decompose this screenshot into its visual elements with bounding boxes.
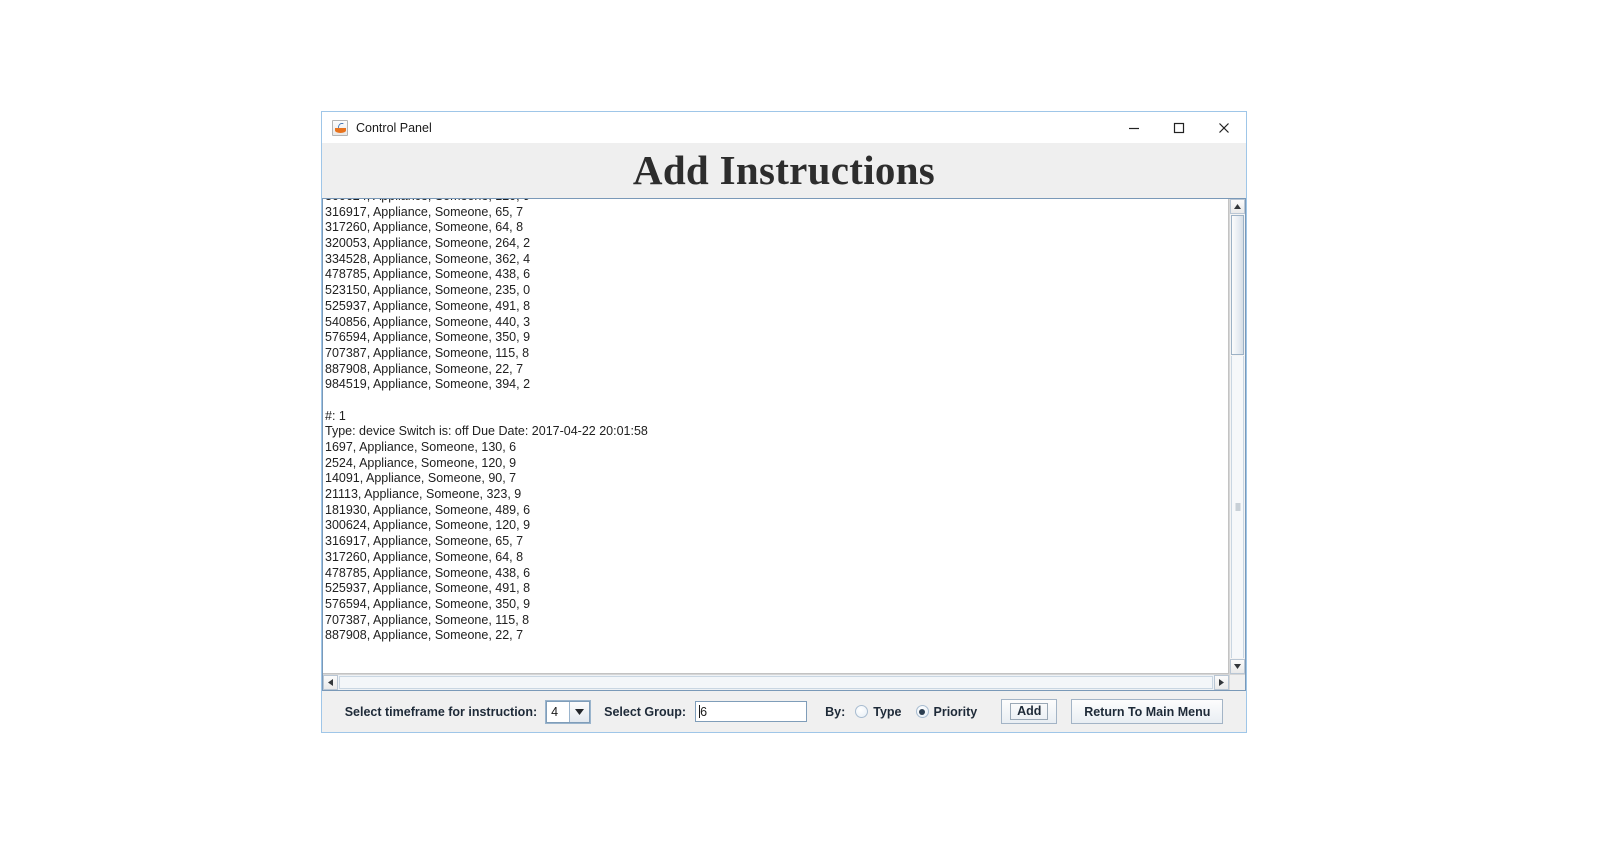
scroll-down-arrow-icon[interactable] [1230,659,1245,674]
instruction-line: 707387, Appliance, Someone, 115, 8 [325,345,530,360]
instruction-line: 887908, Appliance, Someone, 22, 7 [325,361,524,376]
add-button[interactable]: Add [1001,699,1058,724]
horizontal-scrollbar-track[interactable] [339,676,1213,689]
instruction-line: 523150, Appliance, Someone, 235, 0 [325,283,531,298]
scroll-left-arrow-icon[interactable] [323,675,338,690]
instructions-scrollpane: 300624, Appliance, Someone, 120, 9316917… [322,198,1246,691]
maximize-button[interactable] [1156,113,1201,143]
instruction-line: 21113, Appliance, Someone, 323, 9 [325,487,522,502]
instruction-line: 984519, Appliance, Someone, 394, 2 [325,377,531,392]
instruction-line: 478785, Appliance, Someone, 438, 6 [325,565,531,580]
instruction-line [325,393,648,409]
group-input-value: 6 [700,704,708,719]
group-label: Select Group: [604,704,687,719]
bottom-control-bar: Select timeframe for instruction: 4 Sele… [322,691,1246,732]
instruction-line: 2524, Appliance, Someone, 120, 9 [325,455,517,470]
window-title: Control Panel [356,120,432,135]
instruction-line: 576594, Appliance, Someone, 350, 9 [325,330,531,345]
text-caret [699,705,701,718]
instruction-line: 478785, Appliance, Someone, 438, 6 [325,267,531,282]
timeframe-dropdown[interactable]: 4 [545,699,592,724]
vertical-scrollbar-thumb[interactable] [1231,215,1244,355]
radio-priority-label: Priority [933,704,978,719]
instruction-line: 316917, Appliance, Someone, 65, 7 [325,534,524,549]
scroll-up-arrow-icon[interactable] [1230,199,1245,214]
instruction-line: #: 1 [325,408,346,423]
scrollbar-grip-icon [1235,503,1240,511]
close-button[interactable] [1201,113,1246,143]
instruction-line: 317260, Appliance, Someone, 64, 8 [325,549,524,564]
instruction-line: 334528, Appliance, Someone, 362, 4 [325,251,531,266]
scrollbar-corner [1229,674,1245,690]
page-header: Add Instructions [322,143,1246,198]
radio-priority-icon[interactable] [915,705,929,718]
timeframe-selected-value: 4 [547,701,570,722]
scroll-right-arrow-icon[interactable] [1214,675,1229,690]
instruction-line: 1697, Appliance, Someone, 130, 6 [325,440,517,454]
horizontal-scrollbar[interactable] [323,674,1229,690]
instruction-line: 887908, Appliance, Someone, 22, 7 [325,628,524,643]
instruction-line: 707387, Appliance, Someone, 115, 8 [325,612,530,627]
control-panel-window: Control Panel Add Instructions 300624, A… [321,111,1247,733]
chevron-down-icon[interactable] [569,701,590,722]
instruction-line: 320053, Appliance, Someone, 264, 2 [325,236,531,251]
radio-option-type[interactable]: Type [855,704,902,719]
instruction-line: 300624, Appliance, Someone, 120, 9 [325,518,531,533]
return-button-label: Return To Main Menu [1084,704,1211,719]
instructions-textarea[interactable]: 300624, Appliance, Someone, 120, 9316917… [323,199,1229,674]
group-input[interactable]: 6 [695,701,808,722]
radio-type-icon[interactable] [855,705,869,718]
instruction-line: 14091, Appliance, Someone, 90, 7 [325,471,517,486]
instruction-line: 540856, Appliance, Someone, 440, 3 [325,314,531,329]
page-title: Add Instructions [632,147,936,193]
content-area: 300624, Appliance, Someone, 120, 9316917… [322,198,1246,732]
instruction-line: 576594, Appliance, Someone, 350, 9 [325,596,531,611]
instruction-line: 181930, Appliance, Someone, 489, 6 [325,502,531,517]
window-buttons [1111,112,1246,143]
instruction-line: 317260, Appliance, Someone, 64, 8 [325,220,524,235]
java-coffee-cup-icon [332,119,348,136]
instruction-line: 525937, Appliance, Someone, 491, 8 [325,298,531,313]
instruction-line: Type: device Switch is: off Due Date: 20… [325,424,648,439]
vertical-scrollbar[interactable] [1229,199,1245,674]
timeframe-label: Select timeframe for instruction: [344,704,538,719]
instruction-line: 525937, Appliance, Someone, 491, 8 [325,581,531,596]
sort-by-radio-group: Type Priority [855,705,991,719]
instruction-line: 316917, Appliance, Someone, 65, 7 [325,204,524,219]
window-titlebar: Control Panel [322,112,1246,143]
by-label: By: [825,704,846,719]
titlebar-left: Control Panel [322,119,1111,136]
return-to-main-menu-button[interactable]: Return To Main Menu [1071,699,1224,724]
add-button-label: Add [1010,703,1049,720]
vertical-scrollbar-track[interactable] [1231,356,1244,658]
minimize-button[interactable] [1111,113,1156,143]
instructions-text-lines: 300624, Appliance, Someone, 120, 9316917… [325,199,648,644]
radio-type-label: Type [873,704,902,719]
radio-option-priority[interactable]: Priority [915,704,978,719]
